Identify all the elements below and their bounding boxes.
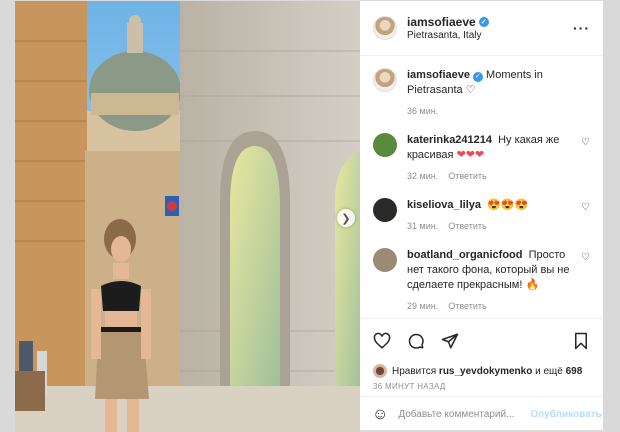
comment-username[interactable]: kiseliova_lilya xyxy=(407,199,481,211)
caption-meta: 36 мин. xyxy=(407,104,590,119)
comment-item: boatland_organicfood Просто нет такого ф… xyxy=(373,248,590,314)
comment-emoji: 🔥 xyxy=(525,279,540,291)
comment-meta: 32 мин. Ответить xyxy=(407,169,576,184)
likes-prefix: Нравится xyxy=(392,365,437,377)
heart-icon xyxy=(373,332,391,349)
post-header: iamsofiaeve ✓ Pietrasanta, Italy ··· xyxy=(360,1,603,56)
comment-icon xyxy=(408,333,424,349)
post-photo[interactable]: ❯ xyxy=(15,1,360,432)
comment-time[interactable]: 29 мин. xyxy=(407,299,438,314)
caption-time[interactable]: 36 мин. xyxy=(407,104,438,119)
comment-username[interactable]: boatland_organicfood xyxy=(407,249,523,261)
likes-row: Нравится rus_yevdokymenko и ещё 698 xyxy=(360,362,603,380)
liker-username[interactable]: rus_yevdokymenko xyxy=(439,366,532,377)
chevron-right-icon: ❯ xyxy=(341,212,351,225)
emoji-smile-icon[interactable]: ☺ xyxy=(372,406,388,424)
caption: iamsofiaeve ✓ Moments in Pietrasanta ♡ 36… xyxy=(373,68,590,119)
author-username[interactable]: iamsofiaeve xyxy=(407,15,476,29)
comment-button[interactable] xyxy=(405,330,427,352)
like-button[interactable] xyxy=(371,330,393,352)
liker-avatar[interactable] xyxy=(373,364,387,378)
author-username-row: iamsofiaeve ✓ xyxy=(407,15,573,29)
add-comment-input[interactable] xyxy=(398,409,531,420)
comment-body: kiseliova_lilya 😍😍😍 31 мин. Ответить xyxy=(407,198,576,234)
caption-username[interactable]: iamsofiaeve xyxy=(407,69,470,81)
author-info: iamsofiaeve ✓ Pietrasanta, Italy xyxy=(407,15,573,41)
comment-item: katerinka241214 Ну какая же красивая ❤❤❤… xyxy=(373,133,590,184)
action-bar xyxy=(360,318,603,362)
like-comment-heart-icon[interactable]: ♡ xyxy=(576,252,590,314)
send-icon xyxy=(441,333,459,348)
post-location[interactable]: Pietrasanta, Italy xyxy=(407,30,573,41)
comment-body: katerinka241214 Ну какая же красивая ❤❤❤… xyxy=(407,133,576,184)
reply-button[interactable]: Ответить xyxy=(448,299,486,314)
comment-username[interactable]: katerinka241214 xyxy=(407,134,492,146)
author-avatar[interactable] xyxy=(373,16,397,40)
comment-meta: 29 мин. Ответить xyxy=(407,299,576,314)
publish-button[interactable]: Опубликовать xyxy=(530,409,601,420)
comment-time[interactable]: 31 мин. xyxy=(407,219,438,234)
like-comment-heart-icon[interactable]: ♡ xyxy=(576,202,590,234)
comment-emoji: 😍😍😍 xyxy=(487,199,529,211)
comment-item: kiseliova_lilya 😍😍😍 31 мин. Ответить ♡ xyxy=(373,198,590,234)
comment-avatar[interactable] xyxy=(373,133,397,157)
comment-avatar[interactable] xyxy=(373,198,397,222)
comment-time[interactable]: 32 мин. xyxy=(407,169,438,184)
verified-badge-icon: ✓ xyxy=(472,71,483,82)
comment-body: boatland_organicfood Просто нет такого ф… xyxy=(407,248,576,314)
likes-suffix: и ещё xyxy=(535,365,563,377)
comment-avatar[interactable] xyxy=(373,248,397,272)
comment-emoji: ❤❤❤ xyxy=(456,149,485,161)
caption-avatar[interactable] xyxy=(373,68,397,92)
photo-scene xyxy=(15,1,360,432)
post-dialog: ❯ iamsofiaeve ✓ Pietrasanta, Italy ··· i… xyxy=(14,0,604,432)
verified-badge-icon: ✓ xyxy=(478,17,489,27)
ellipsis-icon: ··· xyxy=(573,20,590,36)
save-button[interactable] xyxy=(570,330,592,352)
post-timestamp[interactable]: 36 МИНУТ НАЗАД xyxy=(360,380,603,396)
more-options-button[interactable]: ··· xyxy=(573,20,590,36)
bookmark-icon xyxy=(575,332,587,349)
comment-meta: 31 мин. Ответить xyxy=(407,219,576,234)
likes-count[interactable]: 698 xyxy=(566,366,583,377)
like-comment-heart-icon[interactable]: ♡ xyxy=(576,137,590,184)
reply-button[interactable]: Ответить xyxy=(448,169,486,184)
reply-button[interactable]: Ответить xyxy=(448,219,486,234)
comments-list: iamsofiaeve ✓ Moments in Pietrasanta ♡ 36… xyxy=(360,56,603,318)
caption-body: iamsofiaeve ✓ Moments in Pietrasanta ♡ 36… xyxy=(407,68,590,119)
next-photo-button[interactable]: ❯ xyxy=(337,209,355,227)
post-sidebar: iamsofiaeve ✓ Pietrasanta, Italy ··· iam… xyxy=(360,1,603,432)
share-button[interactable] xyxy=(439,330,461,352)
add-comment-row: ☺ Опубликовать xyxy=(360,396,603,432)
heart-outline-emoji: ♡ xyxy=(465,84,476,96)
